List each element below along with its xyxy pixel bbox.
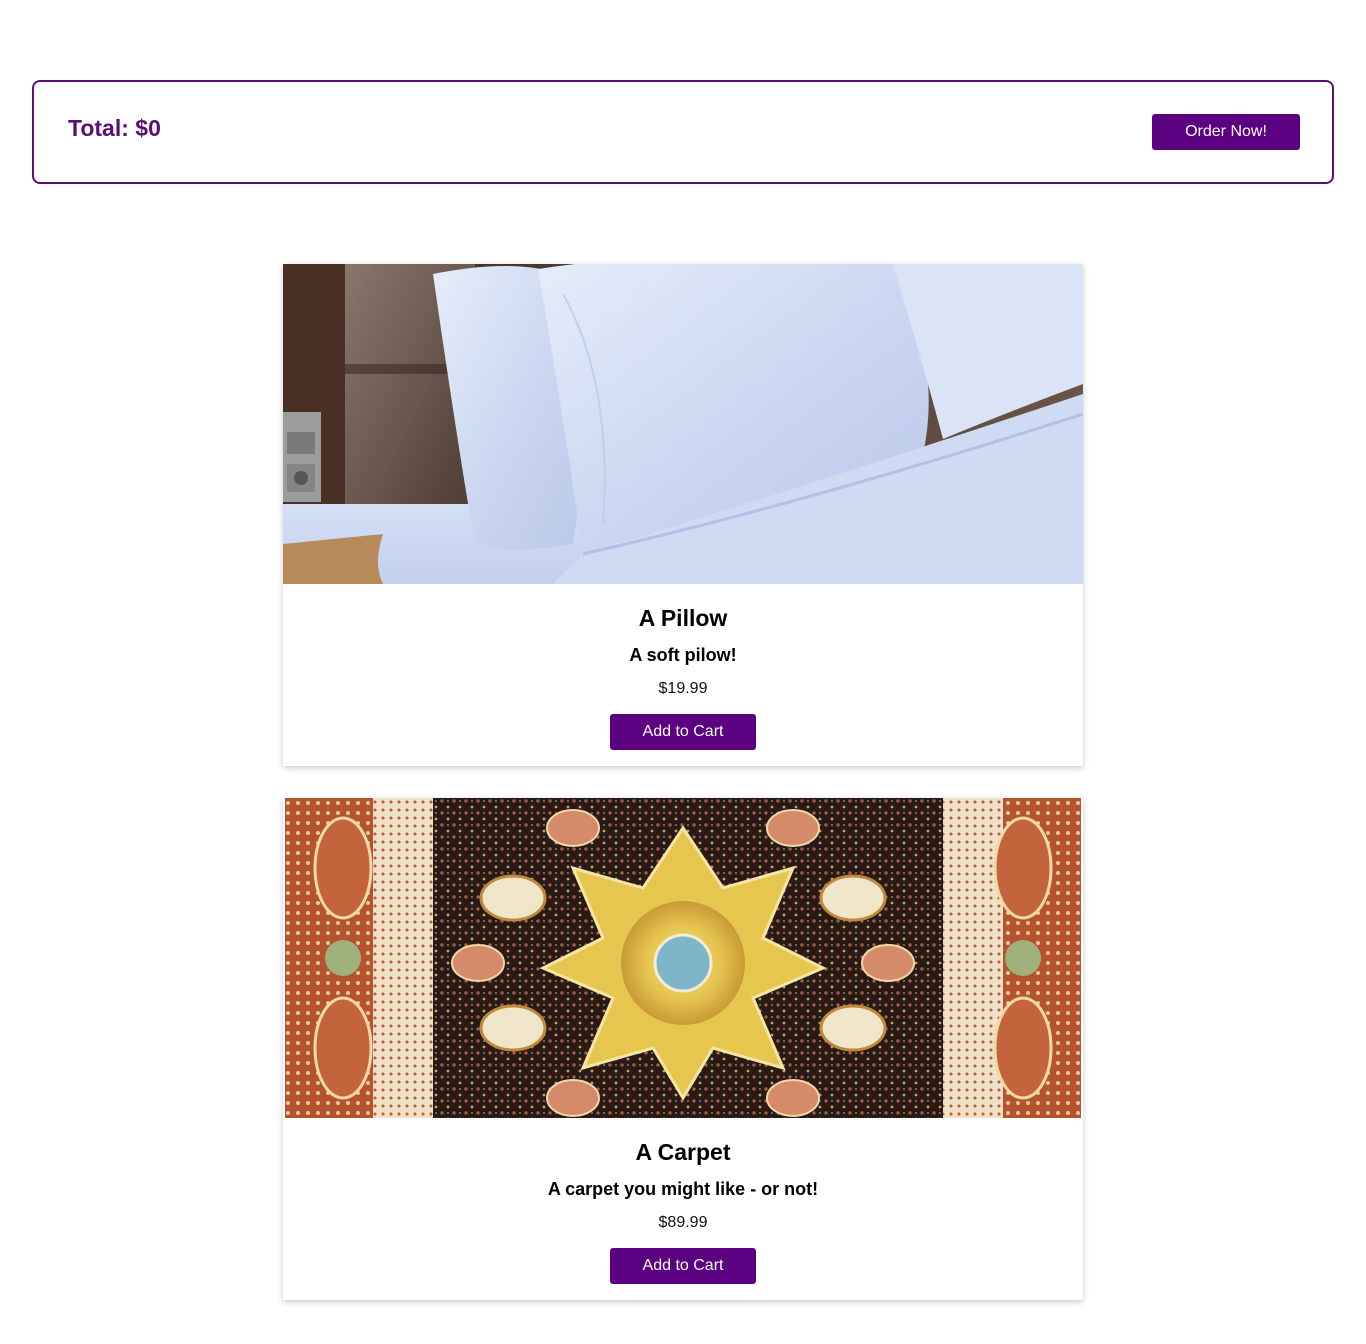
product-price: $89.99 [658, 1214, 708, 1231]
product-price: $19.99 [658, 680, 708, 697]
product-description: A soft pilow! [629, 645, 737, 665]
pillow-card-body: A Pillow A soft pilow! $19.99 Add to Car… [283, 584, 1083, 766]
product-title: A Pillow [638, 605, 728, 631]
order-now-button[interactable]: Order Now! [1152, 114, 1300, 150]
pillow-image [283, 264, 1083, 584]
product-card-pillow: A Pillow A soft pilow! $19.99 Add to Car… [283, 264, 1083, 766]
add-to-cart-button[interactable]: Add to Cart [610, 714, 756, 750]
product-list: A Pillow A soft pilow! $19.99 Add to Car… [283, 264, 1083, 1332]
cart-summary-bar: Total: $0 Order Now! [32, 80, 1334, 184]
carpet-card-body: A Carpet A carpet you might like - or no… [283, 1118, 1083, 1300]
product-card-carpet: A Carpet A carpet you might like - or no… [283, 798, 1083, 1300]
product-title: A Carpet [635, 1139, 731, 1165]
product-description: A carpet you might like - or not! [547, 1179, 819, 1199]
cart-total: Total: $0 [68, 114, 161, 141]
page: Total: $0 Order Now! A Pillow A soft pil… [0, 0, 1366, 1344]
carpet-image [283, 798, 1083, 1118]
add-to-cart-button[interactable]: Add to Cart [610, 1248, 756, 1284]
